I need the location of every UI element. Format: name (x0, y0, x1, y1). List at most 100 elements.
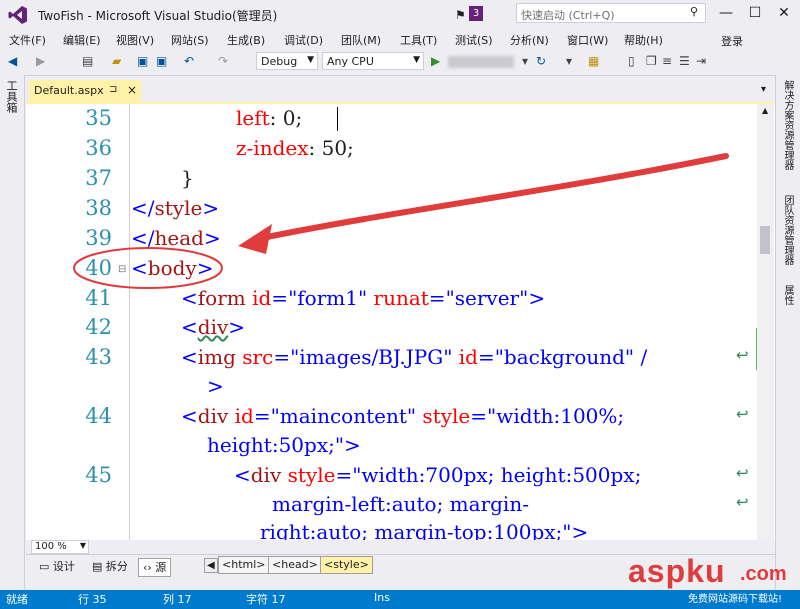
refresh-icon[interactable]: ↻ (536, 54, 546, 68)
undo-icon[interactable]: ↶ (184, 54, 194, 68)
zoom-select[interactable]: 100 % ▼ (31, 540, 89, 554)
split-icon: ▤ (92, 560, 106, 573)
menu-team[interactable]: 团队(M) (341, 32, 381, 48)
vertical-scrollbar[interactable] (757, 104, 774, 540)
menu-test[interactable]: 测试(S) (455, 32, 493, 48)
code-line-41: <form id="form1" runat="server"> (181, 286, 545, 310)
attr-name: style (416, 404, 471, 428)
pin-icon[interactable]: ⊐ (109, 84, 117, 95)
breadcrumb-html[interactable]: <html> (218, 556, 270, 574)
notification-indicator[interactable]: ⚑ 3 (455, 5, 485, 23)
chevron-down-icon[interactable]: ▾ (566, 54, 572, 68)
menu-analyze[interactable]: 分析(N) (510, 32, 549, 48)
code-line-38: </style> (131, 196, 219, 220)
menu-view[interactable]: 视图(V) (116, 32, 154, 48)
platform-select[interactable]: Any CPU ▼ (322, 52, 424, 70)
attr-value: "width:100%; (487, 404, 625, 428)
attr-value: "maincontent" (270, 404, 417, 428)
minimize-button[interactable]: — (712, 2, 740, 24)
tag-delimiter: </ (131, 196, 155, 220)
close-window-button[interactable]: ✕ (770, 2, 798, 24)
code-line-35: left: 0; (236, 106, 302, 130)
tag-delimiter: > (228, 315, 246, 339)
browser-link-icon[interactable]: ▦ (588, 54, 599, 68)
attr-value: margin-left:auto; margin- (272, 492, 529, 516)
team-explorer-tab[interactable]: 团队资源管理器 (779, 195, 795, 265)
tag-name: div (197, 315, 229, 339)
tag-name: div (197, 404, 229, 428)
save-icon[interactable]: ▣ (137, 54, 148, 68)
breadcrumb-head[interactable]: <head> (268, 556, 322, 574)
close-icon[interactable]: × (127, 83, 137, 97)
watermark-domain: .com (740, 563, 787, 585)
split-view-button[interactable]: ▤ 拆分 (88, 558, 132, 575)
fold-collapse-icon[interactable]: ⊟ (118, 264, 126, 275)
redo-icon[interactable]: ↷ (218, 54, 228, 68)
tag-delimiter: > (528, 286, 546, 310)
css-property: left (236, 106, 270, 130)
save-all-icon[interactable]: ▣ (156, 54, 167, 68)
browser-target-blurred[interactable] (448, 56, 514, 68)
line-number: 37 (85, 166, 112, 190)
tag-delimiter: < (181, 315, 198, 339)
menu-debug[interactable]: 调试(D) (284, 32, 323, 48)
equals: = (273, 345, 291, 369)
code-line-45-wrap-1: margin-left:auto; margin- (272, 492, 529, 516)
code-line-44: <div id="maincontent" style="width:100%; (181, 404, 624, 428)
solution-explorer-tab[interactable]: 解决方案资源管理器 (779, 80, 795, 170)
tag-delimiter: > (207, 374, 224, 398)
line-number: 42 (85, 315, 112, 339)
tag-delimiter: </ (131, 226, 155, 250)
tag-delimiter: < (181, 404, 198, 428)
menu-window[interactable]: 窗口(W) (567, 32, 608, 48)
menu-build[interactable]: 生成(B) (227, 32, 265, 48)
format-icon[interactable]: ≡ (662, 54, 672, 68)
maximize-button[interactable]: ☐ (741, 2, 769, 24)
indent-icon[interactable]: ⇥ (696, 54, 706, 68)
attr-name: id (228, 404, 254, 428)
code-line-43: <img src="images/BJ.JPG" id="background"… (181, 345, 647, 369)
left-tool-strip (0, 75, 25, 590)
menu-file[interactable]: 文件(F) (9, 32, 46, 48)
tab-default-aspx[interactable]: Default.aspx ⊐ × (29, 80, 141, 102)
scrollbar-thumb[interactable] (760, 226, 770, 254)
design-view-button[interactable]: ▭ 设计 (35, 558, 79, 575)
comment-icon[interactable]: ☰ (679, 54, 690, 68)
menu-help[interactable]: 帮助(H) (624, 32, 663, 48)
attr-value: "server" (445, 286, 529, 310)
tag-delimiter: > (196, 256, 214, 280)
platform-value: Any CPU (327, 55, 374, 68)
solution-config-select[interactable]: Debug ▼ (256, 52, 318, 70)
word-wrap-glyph-icon: ↩ (736, 346, 749, 364)
quick-launch-input[interactable]: 快速启动 (Ctrl+Q) (516, 3, 706, 23)
window-title: TwoFish - Microsoft Visual Studio(管理员) (38, 9, 278, 23)
scroll-up-icon[interactable]: ▲ (762, 106, 768, 115)
crumb-prev-icon[interactable]: ◀ (204, 558, 218, 573)
back-icon[interactable]: ◀ (8, 54, 17, 68)
menu-edit[interactable]: 编辑(E) (63, 32, 101, 48)
source-icon: ‹› (143, 561, 156, 574)
properties-tab[interactable]: 属性 (779, 285, 795, 305)
copy-icon[interactable]: ❐ (646, 54, 657, 68)
breadcrumb-style[interactable]: <style> (320, 556, 373, 574)
start-debug-icon[interactable]: ▶ (431, 54, 440, 68)
menu-website[interactable]: 网站(S) (171, 32, 209, 48)
new-project-icon[interactable]: ▤ (82, 54, 93, 68)
menu-tools[interactable]: 工具(T) (400, 32, 437, 48)
design-label: 设计 (52, 560, 75, 573)
sign-in-link[interactable]: 登录 (721, 33, 743, 49)
tab-overflow-icon[interactable]: ▾ (761, 84, 766, 95)
source-view-button[interactable]: ‹› 源 (138, 558, 172, 577)
attr-value: "images/BJ.JPG" (290, 345, 453, 369)
toolbox-tab[interactable]: 工具箱 (5, 80, 19, 113)
flag-icon: ⚑ (455, 8, 466, 22)
tag-name: body (147, 256, 197, 280)
document-icon[interactable]: ▯ (628, 54, 635, 68)
line-number: 43 (85, 345, 112, 369)
chevron-down-icon[interactable]: ▾ (522, 54, 528, 68)
tag-name: form (197, 286, 246, 310)
forward-icon[interactable]: ▶ (36, 54, 45, 68)
status-char: 字符 17 (246, 593, 286, 606)
design-icon: ▭ (39, 560, 53, 573)
open-file-icon[interactable]: ▰ (112, 54, 121, 68)
